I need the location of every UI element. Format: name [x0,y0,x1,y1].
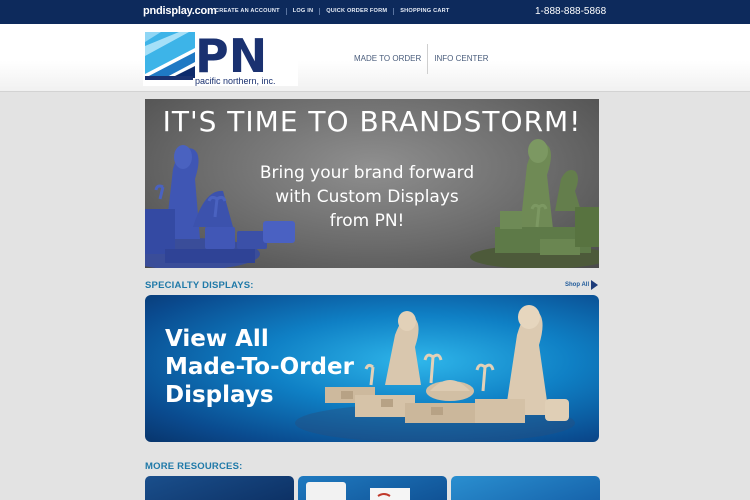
banner-line-3: Displays [165,382,274,408]
hero-title: IT'S TIME TO BRANDSTORM! [162,105,582,138]
shop-all-label: Shop All [565,282,590,288]
banner-headline: View All Made-To-Order Displays [165,325,365,409]
hero-banner[interactable]: IT'S TIME TO BRANDSTORM! Bring your bran… [145,99,599,268]
quick-order-form-link[interactable]: QUICK ORDER FORM [319,8,393,15]
hero-subtitle-line-2: with Custom Displays [275,187,459,207]
hero-subtitle-line-1: Bring your brand forward [259,163,475,183]
main-nav: MADE TO ORDER INFO CENTER [348,44,495,74]
hero-subtitle: Bring your brand forward with Custom Dis… [217,161,517,233]
resources-heading: MORE RESOURCES: [145,461,243,472]
banner-line-2: Made-To-Order [165,354,354,380]
site-link[interactable]: pndisplay.com [143,5,217,17]
resource-tile-2-art [306,482,410,500]
shop-all-link[interactable]: Shop All [565,280,599,290]
header: PN pacific northern, inc. MADE TO ORDER … [0,24,750,92]
create-account-link[interactable]: CREATE AN ACCOUNT [215,8,286,15]
pn-logo[interactable]: PN pacific northern, inc. [143,30,298,86]
nav-info-center[interactable]: INFO CENTER [428,44,494,74]
top-bar: pndisplay.com CREATE AN ACCOUNT LOG IN Q… [0,0,750,24]
resource-tile-2[interactable] [298,476,447,500]
account-nav: CREATE AN ACCOUNT LOG IN QUICK ORDER FOR… [215,8,455,15]
play-arrow-icon [591,280,599,290]
nav-made-to-order[interactable]: MADE TO ORDER [348,44,427,74]
resource-tile-1[interactable] [145,476,294,500]
resource-tile-3[interactable] [451,476,600,500]
made-to-order-banner[interactable]: View All Made-To-Order Displays [145,295,599,442]
specialty-heading: SPECIALTY DISPLAYS: [145,280,254,291]
shopping-cart-link[interactable]: SHOPPING CART [393,8,455,15]
hero-subtitle-line-3: from PN! [329,211,405,231]
phone-number: 1-888-888-5868 [535,6,607,17]
logo-tagline: pacific northern, inc. [195,76,276,86]
banner-line-1: View All [165,326,269,352]
log-in-link[interactable]: LOG IN [285,8,319,15]
